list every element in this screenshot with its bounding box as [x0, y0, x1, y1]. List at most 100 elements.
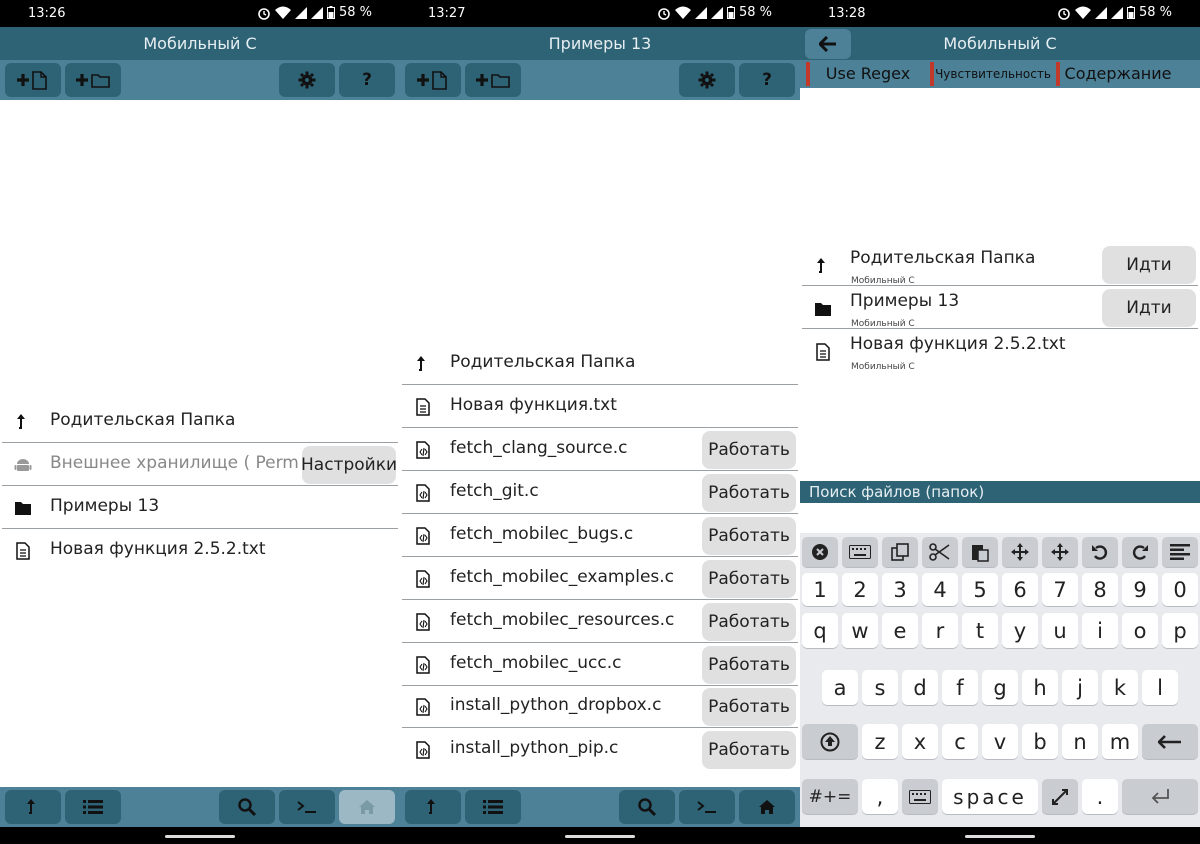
key-b[interactable]: b: [1022, 724, 1058, 759]
key-period[interactable]: .: [1082, 779, 1118, 814]
key-c[interactable]: c: [942, 724, 978, 759]
home-button[interactable]: [739, 790, 795, 824]
home-gesture-pill[interactable]: [165, 835, 235, 838]
key-5[interactable]: 5: [962, 573, 998, 606]
search-button[interactable]: [219, 790, 275, 824]
case-sensitive-toggle[interactable]: Чувствительность: [930, 62, 1052, 86]
list-item[interactable]: fetch_mobilec_resources.c Работать: [402, 601, 798, 643]
run-button[interactable]: Работать: [702, 603, 796, 641]
list-item[interactable]: Примеры 13: [2, 487, 398, 529]
list-item[interactable]: fetch_git.c Работать: [402, 472, 798, 514]
key-n[interactable]: n: [1062, 724, 1098, 759]
settings-button[interactable]: [279, 63, 335, 97]
home-button[interactable]: [339, 790, 395, 824]
list-item[interactable]: Родительская Папка Мобильный С Идти: [802, 244, 1198, 286]
key-3[interactable]: 3: [882, 573, 918, 606]
search-input[interactable]: [800, 503, 1200, 535]
list-item[interactable]: install_python_pip.c Работать: [402, 729, 798, 771]
key-f[interactable]: f: [942, 670, 978, 705]
list-item[interactable]: Внешнее хранилище ( Permissi Настройки: [2, 444, 398, 486]
key-q[interactable]: q: [802, 613, 838, 648]
key-space[interactable]: space: [942, 779, 1038, 814]
key-k[interactable]: k: [1102, 670, 1138, 705]
run-button[interactable]: Работать: [702, 431, 796, 469]
help-button[interactable]: ?: [339, 63, 395, 97]
key-expand[interactable]: [1042, 779, 1078, 814]
key-a[interactable]: a: [822, 670, 858, 705]
key-z[interactable]: z: [862, 724, 898, 759]
key-9[interactable]: 9: [1122, 573, 1158, 606]
key-shift[interactable]: [802, 724, 858, 759]
new-file-button[interactable]: [5, 63, 61, 97]
key-8[interactable]: 8: [1082, 573, 1118, 606]
list-item[interactable]: fetch_mobilec_examples.c Работать: [402, 558, 798, 600]
key-comma[interactable]: ,: [862, 779, 898, 814]
list-item[interactable]: fetch_mobilec_ucc.c Работать: [402, 644, 798, 686]
key-w[interactable]: w: [842, 613, 878, 648]
list-item[interactable]: Родительская Папка: [402, 343, 798, 385]
key-o[interactable]: o: [1122, 613, 1158, 648]
list-item[interactable]: fetch_mobilec_bugs.c Работать: [402, 515, 798, 557]
list-item[interactable]: Новая функция 2.5.2.txt Мобильный С: [802, 330, 1198, 372]
key-symbols[interactable]: #+=: [802, 779, 858, 814]
key-enter[interactable]: [1122, 779, 1198, 814]
key-0[interactable]: 0: [1162, 573, 1198, 606]
new-folder-button[interactable]: [465, 63, 521, 97]
key-cut[interactable]: [922, 537, 958, 567]
key-t[interactable]: t: [962, 613, 998, 648]
key-y[interactable]: y: [1002, 613, 1038, 648]
key-backspace[interactable]: [1142, 724, 1198, 759]
key-move-cursor[interactable]: [1002, 537, 1038, 567]
key-clear[interactable]: [802, 537, 838, 567]
help-button[interactable]: ?: [739, 63, 795, 97]
settings-button[interactable]: [679, 63, 735, 97]
run-button[interactable]: Работать: [702, 646, 796, 684]
key-select[interactable]: [1042, 537, 1078, 567]
content-search-toggle[interactable]: Содержание: [1056, 62, 1176, 86]
key-m[interactable]: m: [1102, 724, 1138, 759]
key-4[interactable]: 4: [922, 573, 958, 606]
list-item[interactable]: Примеры 13 Мобильный С Идти: [802, 287, 1198, 329]
run-button[interactable]: Работать: [702, 474, 796, 512]
list-view-button[interactable]: [65, 790, 121, 824]
list-item[interactable]: fetch_clang_source.c Работать: [402, 429, 798, 471]
key-v[interactable]: v: [982, 724, 1018, 759]
terminal-button[interactable]: [279, 790, 335, 824]
settings-action-button[interactable]: Настройки: [301, 446, 397, 484]
key-7[interactable]: 7: [1042, 573, 1078, 606]
run-button[interactable]: Работать: [702, 560, 796, 598]
key-g[interactable]: g: [982, 670, 1018, 705]
new-file-button[interactable]: [405, 63, 461, 97]
run-button[interactable]: Работать: [702, 731, 796, 769]
key-h[interactable]: h: [1022, 670, 1058, 705]
parent-folder-button[interactable]: [5, 790, 61, 824]
list-item[interactable]: Новая функция.txt: [402, 386, 798, 428]
use-regex-toggle[interactable]: Use Regex: [806, 62, 926, 86]
key-undo[interactable]: [1082, 537, 1118, 567]
key-select-all[interactable]: [1162, 537, 1198, 567]
key-d[interactable]: d: [902, 670, 938, 705]
back-button[interactable]: [805, 29, 851, 59]
search-button[interactable]: [619, 790, 675, 824]
key-p[interactable]: p: [1162, 613, 1198, 648]
go-button[interactable]: Идти: [1102, 289, 1196, 327]
list-item[interactable]: install_python_dropbox.c Работать: [402, 686, 798, 728]
key-u[interactable]: u: [1042, 613, 1078, 648]
new-folder-button[interactable]: [65, 63, 121, 97]
terminal-button[interactable]: [679, 790, 735, 824]
key-l[interactable]: l: [1142, 670, 1178, 705]
key-e[interactable]: e: [882, 613, 918, 648]
key-6[interactable]: 6: [1002, 573, 1038, 606]
home-gesture-pill[interactable]: [965, 835, 1035, 838]
home-gesture-pill[interactable]: [565, 835, 635, 838]
go-button[interactable]: Идти: [1102, 246, 1196, 284]
key-r[interactable]: r: [922, 613, 958, 648]
key-redo[interactable]: [1122, 537, 1158, 567]
run-button[interactable]: Работать: [702, 517, 796, 555]
list-item[interactable]: Родительская Папка: [2, 401, 398, 443]
key-copy[interactable]: [882, 537, 918, 567]
parent-folder-button[interactable]: [405, 790, 461, 824]
key-paste[interactable]: [962, 537, 998, 567]
list-item[interactable]: Новая функция 2.5.2.txt: [2, 530, 398, 572]
key-keyboard[interactable]: [842, 537, 878, 567]
